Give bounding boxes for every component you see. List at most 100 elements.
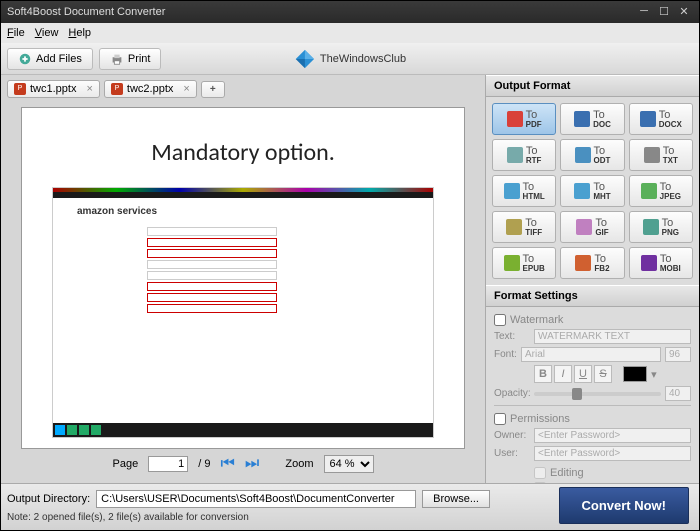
brand-logo-icon [294, 48, 316, 70]
opacity-value[interactable] [665, 386, 691, 401]
page-input[interactable] [148, 456, 188, 472]
wm-font-label: Font: [494, 349, 517, 360]
format-icon [644, 147, 660, 163]
zoom-label: Zoom [285, 458, 313, 470]
opacity-slider[interactable] [534, 392, 661, 396]
format-label: ToJPEG [660, 182, 681, 201]
brand: TheWindowsClub [294, 48, 406, 70]
file-tab[interactable]: Ptwc2.pptx× [104, 80, 197, 98]
format-pdf[interactable]: ToPDF [492, 103, 556, 135]
format-png[interactable]: ToPNG [629, 211, 693, 243]
zoom-select[interactable]: 64 % [324, 455, 374, 473]
owner-password[interactable] [534, 428, 691, 443]
wm-fontsize-input[interactable] [665, 347, 691, 362]
wm-text-label: Text: [494, 331, 530, 342]
tab-label: twc1.pptx [30, 83, 76, 95]
format-label: ToMOBI [660, 254, 681, 273]
menu-help[interactable]: Help [68, 27, 91, 39]
titlebar: Soft4Boost Document Converter ─ ☐ ✕ [1, 1, 699, 23]
font-style-buttons: BIUS [534, 365, 612, 383]
format-settings-header: Format Settings [486, 285, 699, 307]
user-password[interactable] [534, 446, 691, 461]
content: Ptwc1.pptx× Ptwc2.pptx× + Mandatory opti… [1, 75, 699, 483]
format-label: ToTIFF [525, 218, 542, 237]
maximize-button[interactable]: ☐ [655, 5, 673, 19]
format-label: ToGIF [595, 218, 608, 237]
format-grid: ToPDFToDOC ToDOCX ToRTF ToODT ToTXT ToHTML ToM… [486, 97, 699, 285]
file-tab[interactable]: Ptwc1.pptx × [7, 80, 100, 98]
format-icon [504, 183, 520, 199]
format-rtf[interactable]: ToRTF [492, 139, 556, 171]
format-icon [640, 111, 656, 127]
tab-label: twc2.pptx [127, 83, 173, 95]
close-button[interactable]: ✕ [675, 5, 693, 19]
convert-button[interactable]: Convert Now! [559, 487, 690, 524]
format-label: ToODT [594, 146, 611, 165]
format-doc[interactable]: ToDOC [560, 103, 624, 135]
close-tab-icon[interactable]: × [183, 83, 189, 95]
editing-label: Editing [550, 467, 584, 479]
pager: Page / 9 ⏮ ⏭ Zoom 64 % [21, 449, 465, 475]
format-icon [641, 183, 657, 199]
settings-panel: Watermark Text: Font: BIUS ▾ Opacity: Pe… [486, 307, 699, 483]
format-jpeg[interactable]: ToJPEG [629, 175, 693, 207]
first-page-button[interactable]: ⏮ [220, 455, 234, 473]
format-icon [641, 255, 657, 271]
wm-text-input[interactable] [534, 329, 691, 344]
slide-content: amazon services [52, 187, 434, 438]
format-txt[interactable]: ToTXT [629, 139, 693, 171]
menu-view[interactable]: View [35, 27, 59, 39]
watermark-label: Watermark [510, 314, 563, 326]
format-mobi[interactable]: ToMOBI [629, 247, 693, 279]
format-fb2[interactable]: ToFB2 [560, 247, 624, 279]
page-total: / 9 [198, 458, 210, 470]
pptx-icon: P [14, 83, 26, 95]
underline-button[interactable]: U [574, 365, 592, 383]
file-tabs: Ptwc1.pptx × Ptwc2.pptx × + [3, 77, 483, 101]
format-mht[interactable]: ToMHT [560, 175, 624, 207]
app-window: Soft4Boost Document Converter ─ ☐ ✕ File… [0, 0, 700, 531]
output-dir-input[interactable] [96, 490, 416, 508]
plus-icon [18, 52, 32, 66]
permissions-checkbox[interactable] [494, 413, 506, 425]
bottom-bar: Output Directory: Browse... Note: 2 open… [1, 483, 699, 530]
format-docx[interactable]: ToDOCX [629, 103, 693, 135]
format-epub[interactable]: ToEPUB [492, 247, 556, 279]
dropdown-icon[interactable]: ▾ [651, 368, 657, 381]
format-icon [504, 255, 520, 271]
format-tiff[interactable]: ToTIFF [492, 211, 556, 243]
minimize-button[interactable]: ─ [635, 5, 653, 19]
close-tab-icon[interactable]: × [86, 83, 92, 95]
last-page-button[interactable]: ⏭ [245, 455, 259, 473]
color-picker[interactable] [623, 366, 647, 382]
format-label: ToPNG [662, 218, 679, 237]
format-icon [507, 111, 523, 127]
format-label: ToHTML [523, 182, 545, 201]
wm-font-input[interactable] [521, 347, 661, 362]
browser-chrome [53, 188, 433, 198]
print-button[interactable]: Print [99, 48, 162, 70]
watermark-checkbox[interactable] [494, 314, 506, 326]
page-label: Page [113, 458, 139, 470]
menubar: File View Help [1, 23, 699, 43]
browse-button[interactable]: Browse... [422, 490, 490, 508]
format-label: ToDOCX [659, 110, 682, 129]
menu-file[interactable]: File [7, 27, 25, 39]
output-format-header: Output Format [486, 75, 699, 97]
italic-button[interactable]: I [554, 365, 572, 383]
printer-icon [110, 52, 124, 66]
add-files-button[interactable]: Add Files [7, 48, 93, 70]
format-icon [574, 111, 590, 127]
add-tab-button[interactable]: + [201, 81, 225, 98]
left-pane: Ptwc1.pptx× Ptwc2.pptx× + Mandatory opti… [1, 75, 485, 483]
format-gif[interactable]: ToGIF [560, 211, 624, 243]
strike-button[interactable]: S [594, 365, 612, 383]
window-title: Soft4Boost Document Converter [7, 6, 633, 18]
format-odt[interactable]: ToODT [560, 139, 624, 171]
right-panel: Output Format ToPDFToDOC ToDOCX ToRTF ToODT… [485, 75, 699, 483]
restrict-editing[interactable] [534, 467, 546, 479]
format-html[interactable]: ToHTML [492, 175, 556, 207]
format-label: ToMHT [593, 182, 610, 201]
permissions-label: Permissions [510, 413, 570, 425]
bold-button[interactable]: B [534, 365, 552, 383]
